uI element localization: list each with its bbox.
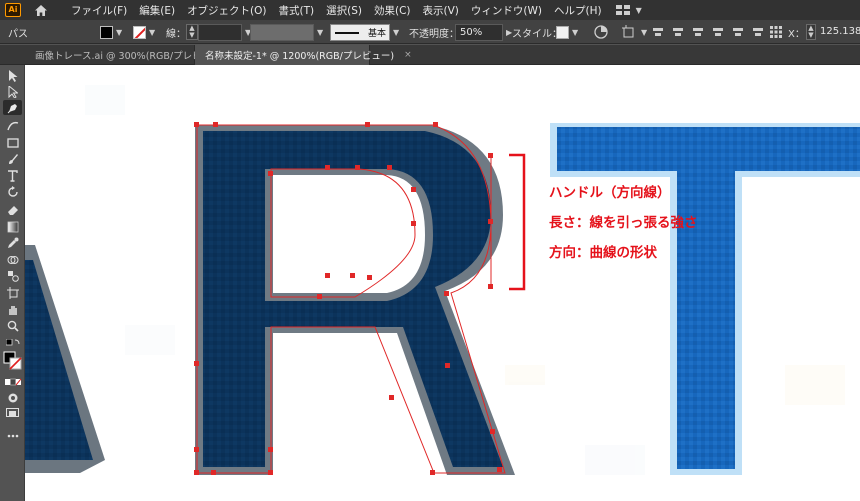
fill-stroke-icon[interactable] [3,351,22,371]
align-bottom-icon[interactable] [752,26,764,38]
menu-help[interactable]: ヘルプ(H) [548,3,608,18]
graphic-style-swatch[interactable]: ▼ [556,20,578,44]
drawing-mode-icon[interactable] [3,390,22,405]
fill-swatch[interactable]: ▼ [100,20,122,44]
chevron-down-icon: ▼ [149,27,156,37]
menu-effect[interactable]: 効果(C) [368,3,417,18]
chevron-down-icon: ▼ [641,27,648,37]
rotate-tool-icon[interactable] [3,184,22,199]
stroke-weight-input[interactable] [198,23,242,41]
menu-bar: Ai ファイル(F) 編集(E) オブジェクト(O) 書式(T) 選択(S) 効… [0,0,860,20]
blend-tool-icon[interactable] [3,268,22,283]
brush-definition[interactable]: 基本 ▼ [330,20,399,44]
tab-label: 名称未設定-1* @ 1200%(RGB/プレビュー) [205,51,395,62]
stroke-weight-spinner-icon[interactable]: ▲ ▼ [186,24,198,40]
variable-width-input[interactable] [250,23,314,41]
recolor-artwork-icon[interactable] [594,20,608,44]
menu-object[interactable]: オブジェクト(O) [181,3,272,18]
x-position-label: X： [788,28,805,40]
chevron-down-icon: ▼ [116,27,123,37]
swap-fill-stroke-icon[interactable] [3,336,22,351]
menu-view[interactable]: 表示(V) [417,3,465,18]
opacity-input[interactable]: 50% [455,23,503,41]
stroke-weight-label: 線： [166,28,186,40]
artwork-svg [25,85,860,475]
control-bar: パス ▼ ▼ 線： ▲ ▼ ▼ ▼ 基本 ▼ 不透明度： 50% ▶ スタイル： … [0,20,860,44]
letter-r [195,125,515,475]
chevron-down-icon: ▼ [635,5,642,15]
reference-point-icon[interactable] [770,20,782,44]
eraser-tool-icon[interactable] [3,202,22,217]
tab-untitled[interactable]: 名称未設定-1* @ 1200%(RGB/プレビュー) × [195,45,412,65]
document-tab-bar: 画像トレース.ai @ 300%(RGB/プレビュー) × 名称未設定-1* @… [0,45,860,65]
rectangle-tool-icon[interactable] [3,135,22,150]
align-horizontal-center-icon[interactable] [672,26,684,38]
gradient-tool-icon[interactable] [3,219,22,234]
annotation-length: 長さ：線を引っ張る強さ [549,215,698,231]
menu-select[interactable]: 選択(S) [320,3,368,18]
stroke-none-icon [133,25,146,39]
artboard-tool-icon[interactable] [3,285,22,300]
tab-image-trace[interactable]: 画像トレース.ai @ 300%(RGB/プレビュー) × [25,45,242,65]
chevron-down-icon: ▼ [572,27,579,37]
letter-t [550,123,860,475]
color-mode-icon[interactable] [3,374,22,389]
chevron-down-icon: ▼ [317,27,324,37]
brush-definition-label: 基本 [367,28,386,39]
selection-tool-icon[interactable] [3,68,22,83]
chevron-down-icon: ▼ [393,27,400,37]
direct-selection-tool-icon[interactable] [3,84,22,99]
annotation-direction: 方向：曲線の形状 [549,245,657,261]
stroke-swatch[interactable]: ▼ [133,20,155,44]
screen-mode-icon[interactable] [3,406,22,421]
opacity-field[interactable]: 50% ▶ [455,20,512,44]
more-tools-icon[interactable] [3,428,22,443]
x-position-field[interactable]: ▲▼ 125.1388 [806,20,860,44]
menu-window[interactable]: ウィンドウ(W) [465,3,548,18]
style-label: スタイル： [512,28,562,40]
menu-file[interactable]: ファイル(F) [65,3,133,18]
x-position-spinner-icon[interactable]: ▲ ▼ [806,24,816,40]
shape-builder-tool-icon[interactable] [3,252,22,267]
brush-definition-preview: 基本 [330,23,390,41]
align-buttons [652,20,764,44]
pen-tool-icon[interactable] [3,100,22,115]
hand-tool-icon[interactable] [3,302,22,317]
artboard-canvas[interactable]: ハンドル（方向線） 長さ：線を引っ張る強さ 方向：曲線の形状 [25,65,860,501]
eyedropper-tool-icon[interactable] [3,235,22,250]
align-right-icon[interactable] [692,26,704,38]
zoom-tool-icon[interactable] [3,318,22,333]
variable-width-profile[interactable]: ▼ [250,20,323,44]
tools-panel [0,65,25,501]
menu-edit[interactable]: 編集(E) [133,3,181,18]
app-logo: Ai [5,3,21,17]
annotation-bracket [509,153,526,291]
menu-items: ファイル(F) 編集(E) オブジェクト(O) 書式(T) 選択(S) 効果(C… [65,3,608,18]
home-icon[interactable] [33,3,49,17]
curvature-tool-icon[interactable] [3,118,22,133]
graphic-style-icon [556,25,569,39]
letter-a-partial [25,245,105,473]
annotation-title: ハンドル（方向線） [549,185,671,201]
type-tool-icon[interactable] [3,168,22,183]
fill-color-icon [100,25,113,39]
opacity-label: 不透明度： [409,28,459,40]
align-top-icon[interactable] [712,26,724,38]
close-icon[interactable]: × [404,50,412,60]
selection-mode-label: パス [8,28,28,40]
x-position-input[interactable]: 125.1388 [816,24,860,41]
align-left-icon[interactable] [652,26,664,38]
align-vertical-center-icon[interactable] [732,26,744,38]
menu-type[interactable]: 書式(T) [273,3,321,18]
paintbrush-tool-icon[interactable] [3,151,22,166]
stroke-weight-field[interactable]: ▲ ▼ ▼ [186,20,251,44]
workspace-switcher-icon[interactable]: ▼ [615,4,642,16]
align-to-icon[interactable]: ▼ [622,20,647,44]
